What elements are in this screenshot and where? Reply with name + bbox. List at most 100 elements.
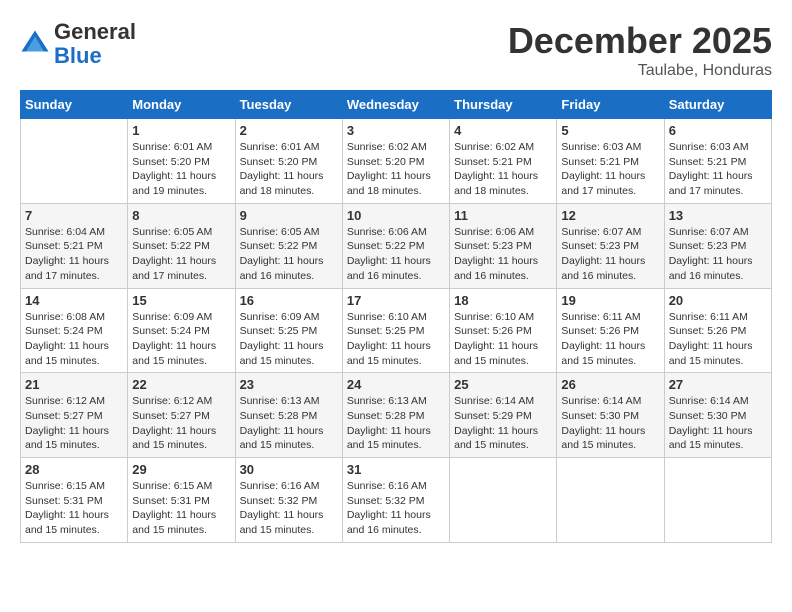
week-row-5: 28 Sunrise: 6:15 AMSunset: 5:31 PMDayligh… bbox=[21, 458, 772, 543]
day-info: Sunrise: 6:01 AMSunset: 5:20 PMDaylight:… bbox=[240, 140, 338, 199]
calendar-cell: 12 Sunrise: 6:07 AMSunset: 5:23 PMDayligh… bbox=[557, 203, 664, 288]
day-info: Sunrise: 6:16 AMSunset: 5:32 PMDaylight:… bbox=[347, 479, 445, 538]
calendar-cell: 16 Sunrise: 6:09 AMSunset: 5:25 PMDayligh… bbox=[235, 288, 342, 373]
day-info: Sunrise: 6:14 AMSunset: 5:30 PMDaylight:… bbox=[561, 394, 659, 453]
calendar-cell: 15 Sunrise: 6:09 AMSunset: 5:24 PMDayligh… bbox=[128, 288, 235, 373]
week-row-4: 21 Sunrise: 6:12 AMSunset: 5:27 PMDayligh… bbox=[21, 373, 772, 458]
day-info: Sunrise: 6:06 AMSunset: 5:22 PMDaylight:… bbox=[347, 225, 445, 284]
logo-text: General Blue bbox=[54, 20, 136, 68]
day-info: Sunrise: 6:04 AMSunset: 5:21 PMDaylight:… bbox=[25, 225, 123, 284]
weekday-friday: Friday bbox=[557, 91, 664, 119]
day-number: 31 bbox=[347, 462, 445, 477]
weekday-header-row: SundayMondayTuesdayWednesdayThursdayFrid… bbox=[21, 91, 772, 119]
day-number: 1 bbox=[132, 123, 230, 138]
day-info: Sunrise: 6:11 AMSunset: 5:26 PMDaylight:… bbox=[669, 310, 767, 369]
day-number: 8 bbox=[132, 208, 230, 223]
calendar-cell: 14 Sunrise: 6:08 AMSunset: 5:24 PMDayligh… bbox=[21, 288, 128, 373]
day-info: Sunrise: 6:13 AMSunset: 5:28 PMDaylight:… bbox=[347, 394, 445, 453]
weekday-monday: Monday bbox=[128, 91, 235, 119]
calendar-cell bbox=[557, 458, 664, 543]
day-info: Sunrise: 6:09 AMSunset: 5:24 PMDaylight:… bbox=[132, 310, 230, 369]
day-number: 7 bbox=[25, 208, 123, 223]
logo-icon bbox=[20, 29, 50, 59]
day-info: Sunrise: 6:15 AMSunset: 5:31 PMDaylight:… bbox=[25, 479, 123, 538]
calendar-cell: 5Sunrise: 6:03 AMSunset: 5:21 PMDaylight… bbox=[557, 119, 664, 204]
calendar-cell: 20 Sunrise: 6:11 AMSunset: 5:26 PMDayligh… bbox=[664, 288, 771, 373]
weekday-wednesday: Wednesday bbox=[342, 91, 449, 119]
calendar-cell: 22 Sunrise: 6:12 AMSunset: 5:27 PMDayligh… bbox=[128, 373, 235, 458]
day-number: 21 bbox=[25, 377, 123, 392]
calendar-cell: 21 Sunrise: 6:12 AMSunset: 5:27 PMDayligh… bbox=[21, 373, 128, 458]
day-number: 4 bbox=[454, 123, 552, 138]
day-number: 17 bbox=[347, 293, 445, 308]
logo: General Blue bbox=[20, 20, 136, 68]
calendar-cell: 6 Sunrise: 6:03 AMSunset: 5:21 PMDaylight… bbox=[664, 119, 771, 204]
day-info: Sunrise: 6:05 AMSunset: 5:22 PMDaylight:… bbox=[240, 225, 338, 284]
day-number: 2 bbox=[240, 123, 338, 138]
day-info: Sunrise: 6:09 AMSunset: 5:25 PMDaylight:… bbox=[240, 310, 338, 369]
day-info: Sunrise: 6:10 AMSunset: 5:25 PMDaylight:… bbox=[347, 310, 445, 369]
day-number: 15 bbox=[132, 293, 230, 308]
day-info: Sunrise: 6:12 AMSunset: 5:27 PMDaylight:… bbox=[132, 394, 230, 453]
calendar-cell bbox=[21, 119, 128, 204]
weekday-sunday: Sunday bbox=[21, 91, 128, 119]
day-info: Sunrise: 6:13 AMSunset: 5:28 PMDaylight:… bbox=[240, 394, 338, 453]
day-number: 20 bbox=[669, 293, 767, 308]
calendar-cell: 29Sunrise: 6:15 AMSunset: 5:31 PMDayligh… bbox=[128, 458, 235, 543]
location: Taulabe, Honduras bbox=[508, 62, 772, 80]
day-info: Sunrise: 6:08 AMSunset: 5:24 PMDaylight:… bbox=[25, 310, 123, 369]
day-info: Sunrise: 6:14 AMSunset: 5:30 PMDaylight:… bbox=[669, 394, 767, 453]
calendar-cell: 11Sunrise: 6:06 AMSunset: 5:23 PMDayligh… bbox=[450, 203, 557, 288]
weekday-thursday: Thursday bbox=[450, 91, 557, 119]
day-number: 9 bbox=[240, 208, 338, 223]
weekday-saturday: Saturday bbox=[664, 91, 771, 119]
calendar-cell bbox=[450, 458, 557, 543]
day-number: 28 bbox=[25, 462, 123, 477]
calendar-cell: 2 Sunrise: 6:01 AMSunset: 5:20 PMDaylight… bbox=[235, 119, 342, 204]
calendar-cell: 4 Sunrise: 6:02 AMSunset: 5:21 PMDaylight… bbox=[450, 119, 557, 204]
day-number: 14 bbox=[25, 293, 123, 308]
calendar-table: SundayMondayTuesdayWednesdayThursdayFrid… bbox=[20, 90, 772, 543]
calendar-cell: 27 Sunrise: 6:14 AMSunset: 5:30 PMDayligh… bbox=[664, 373, 771, 458]
calendar-cell: 28 Sunrise: 6:15 AMSunset: 5:31 PMDayligh… bbox=[21, 458, 128, 543]
day-number: 27 bbox=[669, 377, 767, 392]
week-row-2: 7 Sunrise: 6:04 AMSunset: 5:21 PMDaylight… bbox=[21, 203, 772, 288]
calendar-cell: 19Sunrise: 6:11 AMSunset: 5:26 PMDayligh… bbox=[557, 288, 664, 373]
month-title: December 2025 bbox=[508, 20, 772, 62]
day-number: 6 bbox=[669, 123, 767, 138]
calendar-cell: 10Sunrise: 6:06 AMSunset: 5:22 PMDayligh… bbox=[342, 203, 449, 288]
calendar-cell: 18Sunrise: 6:10 AMSunset: 5:26 PMDayligh… bbox=[450, 288, 557, 373]
calendar-cell: 13 Sunrise: 6:07 AMSunset: 5:23 PMDayligh… bbox=[664, 203, 771, 288]
calendar-cell: 25Sunrise: 6:14 AMSunset: 5:29 PMDayligh… bbox=[450, 373, 557, 458]
day-info: Sunrise: 6:14 AMSunset: 5:29 PMDaylight:… bbox=[454, 394, 552, 453]
day-info: Sunrise: 6:05 AMSunset: 5:22 PMDaylight:… bbox=[132, 225, 230, 284]
week-row-1: 1 Sunrise: 6:01 AMSunset: 5:20 PMDaylight… bbox=[21, 119, 772, 204]
day-info: Sunrise: 6:02 AMSunset: 5:20 PMDaylight:… bbox=[347, 140, 445, 199]
day-info: Sunrise: 6:07 AMSunset: 5:23 PMDaylight:… bbox=[669, 225, 767, 284]
calendar-cell: 8 Sunrise: 6:05 AMSunset: 5:22 PMDaylight… bbox=[128, 203, 235, 288]
calendar-cell bbox=[664, 458, 771, 543]
day-info: Sunrise: 6:06 AMSunset: 5:23 PMDaylight:… bbox=[454, 225, 552, 284]
calendar-cell: 31 Sunrise: 6:16 AMSunset: 5:32 PMDayligh… bbox=[342, 458, 449, 543]
weekday-tuesday: Tuesday bbox=[235, 91, 342, 119]
calendar-cell: 24Sunrise: 6:13 AMSunset: 5:28 PMDayligh… bbox=[342, 373, 449, 458]
day-number: 23 bbox=[240, 377, 338, 392]
day-number: 13 bbox=[669, 208, 767, 223]
day-number: 19 bbox=[561, 293, 659, 308]
week-row-3: 14 Sunrise: 6:08 AMSunset: 5:24 PMDayligh… bbox=[21, 288, 772, 373]
day-info: Sunrise: 6:12 AMSunset: 5:27 PMDaylight:… bbox=[25, 394, 123, 453]
day-number: 12 bbox=[561, 208, 659, 223]
title-block: December 2025 Taulabe, Honduras bbox=[508, 20, 772, 80]
logo-blue: Blue bbox=[54, 43, 102, 68]
calendar-cell: 26 Sunrise: 6:14 AMSunset: 5:30 PMDayligh… bbox=[557, 373, 664, 458]
calendar-cell: 3Sunrise: 6:02 AMSunset: 5:20 PMDaylight… bbox=[342, 119, 449, 204]
day-info: Sunrise: 6:07 AMSunset: 5:23 PMDaylight:… bbox=[561, 225, 659, 284]
day-info: Sunrise: 6:02 AMSunset: 5:21 PMDaylight:… bbox=[454, 140, 552, 199]
day-number: 16 bbox=[240, 293, 338, 308]
day-info: Sunrise: 6:15 AMSunset: 5:31 PMDaylight:… bbox=[132, 479, 230, 538]
calendar-cell: 23 Sunrise: 6:13 AMSunset: 5:28 PMDayligh… bbox=[235, 373, 342, 458]
day-info: Sunrise: 6:03 AMSunset: 5:21 PMDaylight:… bbox=[669, 140, 767, 199]
day-info: Sunrise: 6:03 AMSunset: 5:21 PMDaylight:… bbox=[561, 140, 659, 199]
day-number: 26 bbox=[561, 377, 659, 392]
day-number: 22 bbox=[132, 377, 230, 392]
